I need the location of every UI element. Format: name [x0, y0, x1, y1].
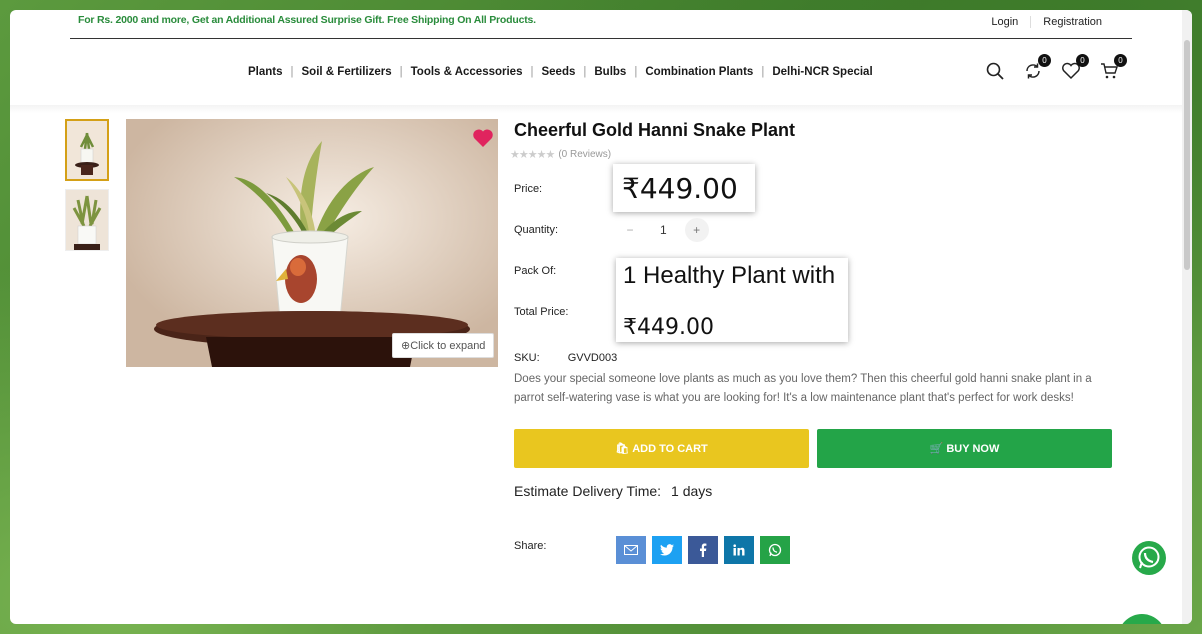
chat-widget-icon[interactable] — [1118, 614, 1166, 624]
email-icon[interactable] — [616, 536, 646, 564]
facebook-icon[interactable] — [688, 536, 718, 564]
whatsapp-chat-icon[interactable] — [1131, 540, 1167, 576]
main-nav: Plants | Soil & Fertilizers | Tools & Acce… — [240, 66, 881, 78]
delivery-label: Estimate Delivery Time: — [514, 483, 662, 499]
scrollbar[interactable] — [1182, 10, 1192, 624]
pack-of-value[interactable]: 1 Healthy Plant with — [623, 262, 848, 290]
wishlist-count-badge: 0 — [1076, 54, 1089, 67]
delivery-value: 1 days — [671, 483, 713, 499]
buy-now-label: BUY NOW — [946, 442, 1000, 455]
pack-and-total-box: 1 Healthy Plant with ₹449.00 — [616, 258, 848, 342]
bag-icon: 🛍 — [615, 443, 630, 455]
nav-item-seeds[interactable]: Seeds — [533, 66, 583, 78]
login-link[interactable]: Login — [979, 16, 1030, 28]
sku-row: SKU: GVVD003 — [514, 352, 617, 364]
browser-page: For Rs. 2000 and more, Get an Additional… — [10, 10, 1192, 624]
sku-label: SKU: — [514, 352, 540, 364]
pack-of-label: Pack Of: — [514, 265, 557, 277]
reviews-link[interactable]: (0 Reviews) — [558, 149, 611, 160]
product-image[interactable] — [126, 119, 498, 367]
quantity-stepper: − 1 + — [618, 218, 709, 242]
rating-stars-icon: ★★★★★ — [510, 149, 555, 161]
account-links: Login Registration — [979, 16, 1114, 28]
product-description: Does your special someone love plants as… — [514, 373, 1092, 404]
header-icons: 0 0 0 — [985, 54, 1127, 82]
nav-item-plants[interactable]: Plants — [240, 66, 291, 78]
rating-row: ★★★★★ (0 Reviews) — [510, 148, 611, 161]
nav-item-tools[interactable]: Tools & Accessories — [403, 66, 531, 78]
cart-count-badge: 0 — [1114, 54, 1127, 67]
nav-item-combination[interactable]: Combination Plants — [637, 66, 761, 78]
compare-icon[interactable]: 0 — [1023, 54, 1051, 82]
product-title: Cheerful Gold Hanni Snake Plant — [514, 120, 796, 140]
top-bar: For Rs. 2000 and more, Get an Additional… — [10, 10, 1192, 40]
header-shadow — [10, 105, 1192, 113]
linkedin-icon[interactable] — [724, 536, 754, 564]
wishlist-icon[interactable]: 0 — [1061, 54, 1089, 82]
price-value: ₹449.00 — [613, 164, 755, 212]
share-label: Share: — [514, 540, 547, 552]
share-buttons — [616, 536, 790, 564]
product-thumbnail[interactable] — [65, 189, 109, 251]
nav-item-soil[interactable]: Soil & Fertilizers — [294, 66, 400, 78]
quantity-increase-button[interactable]: + — [684, 218, 709, 242]
sku-value: GVVD003 — [567, 352, 618, 364]
scrollbar-thumb[interactable] — [1184, 40, 1190, 270]
promo-banner: For Rs. 2000 and more, Get an Additional… — [78, 14, 536, 26]
wishlist-heart-icon[interactable] — [472, 128, 494, 153]
total-price-value: ₹449.00 — [623, 315, 714, 340]
delivery-estimate: Estimate Delivery Time: 1 days — [514, 483, 712, 499]
compare-count-badge: 0 — [1038, 54, 1051, 67]
add-to-cart-button[interactable]: 🛍 ADD TO CART — [514, 429, 809, 468]
add-to-cart-label: ADD TO CART — [632, 442, 708, 455]
quantity-decrease-button[interactable]: − — [618, 218, 642, 242]
total-price-label: Total Price: — [514, 306, 569, 318]
quantity-label: Quantity: — [514, 224, 559, 236]
header-divider — [70, 38, 1132, 39]
registration-link[interactable]: Registration — [1030, 16, 1114, 28]
search-icon[interactable] — [985, 60, 1005, 82]
price-label: Price: — [514, 183, 543, 195]
buy-now-button[interactable]: 🛒 BUY NOW — [817, 429, 1112, 468]
whatsapp-icon[interactable] — [760, 536, 790, 564]
cart-small-icon: 🛒 — [929, 443, 944, 455]
quantity-value[interactable]: 1 — [660, 223, 667, 237]
nav-item-bulbs[interactable]: Bulbs — [586, 66, 634, 78]
twitter-icon[interactable] — [652, 536, 682, 564]
click-to-expand-button[interactable]: ⊕Click to expand — [392, 333, 495, 358]
cart-icon[interactable]: 0 — [1099, 54, 1127, 82]
thumbnail-list — [65, 119, 109, 259]
product-thumbnail[interactable] — [65, 119, 109, 181]
nav-item-delhi-ncr[interactable]: Delhi-NCR Special — [764, 66, 880, 78]
zoom-icon: ⊕ — [401, 340, 411, 352]
expand-label: Click to expand — [410, 340, 486, 352]
